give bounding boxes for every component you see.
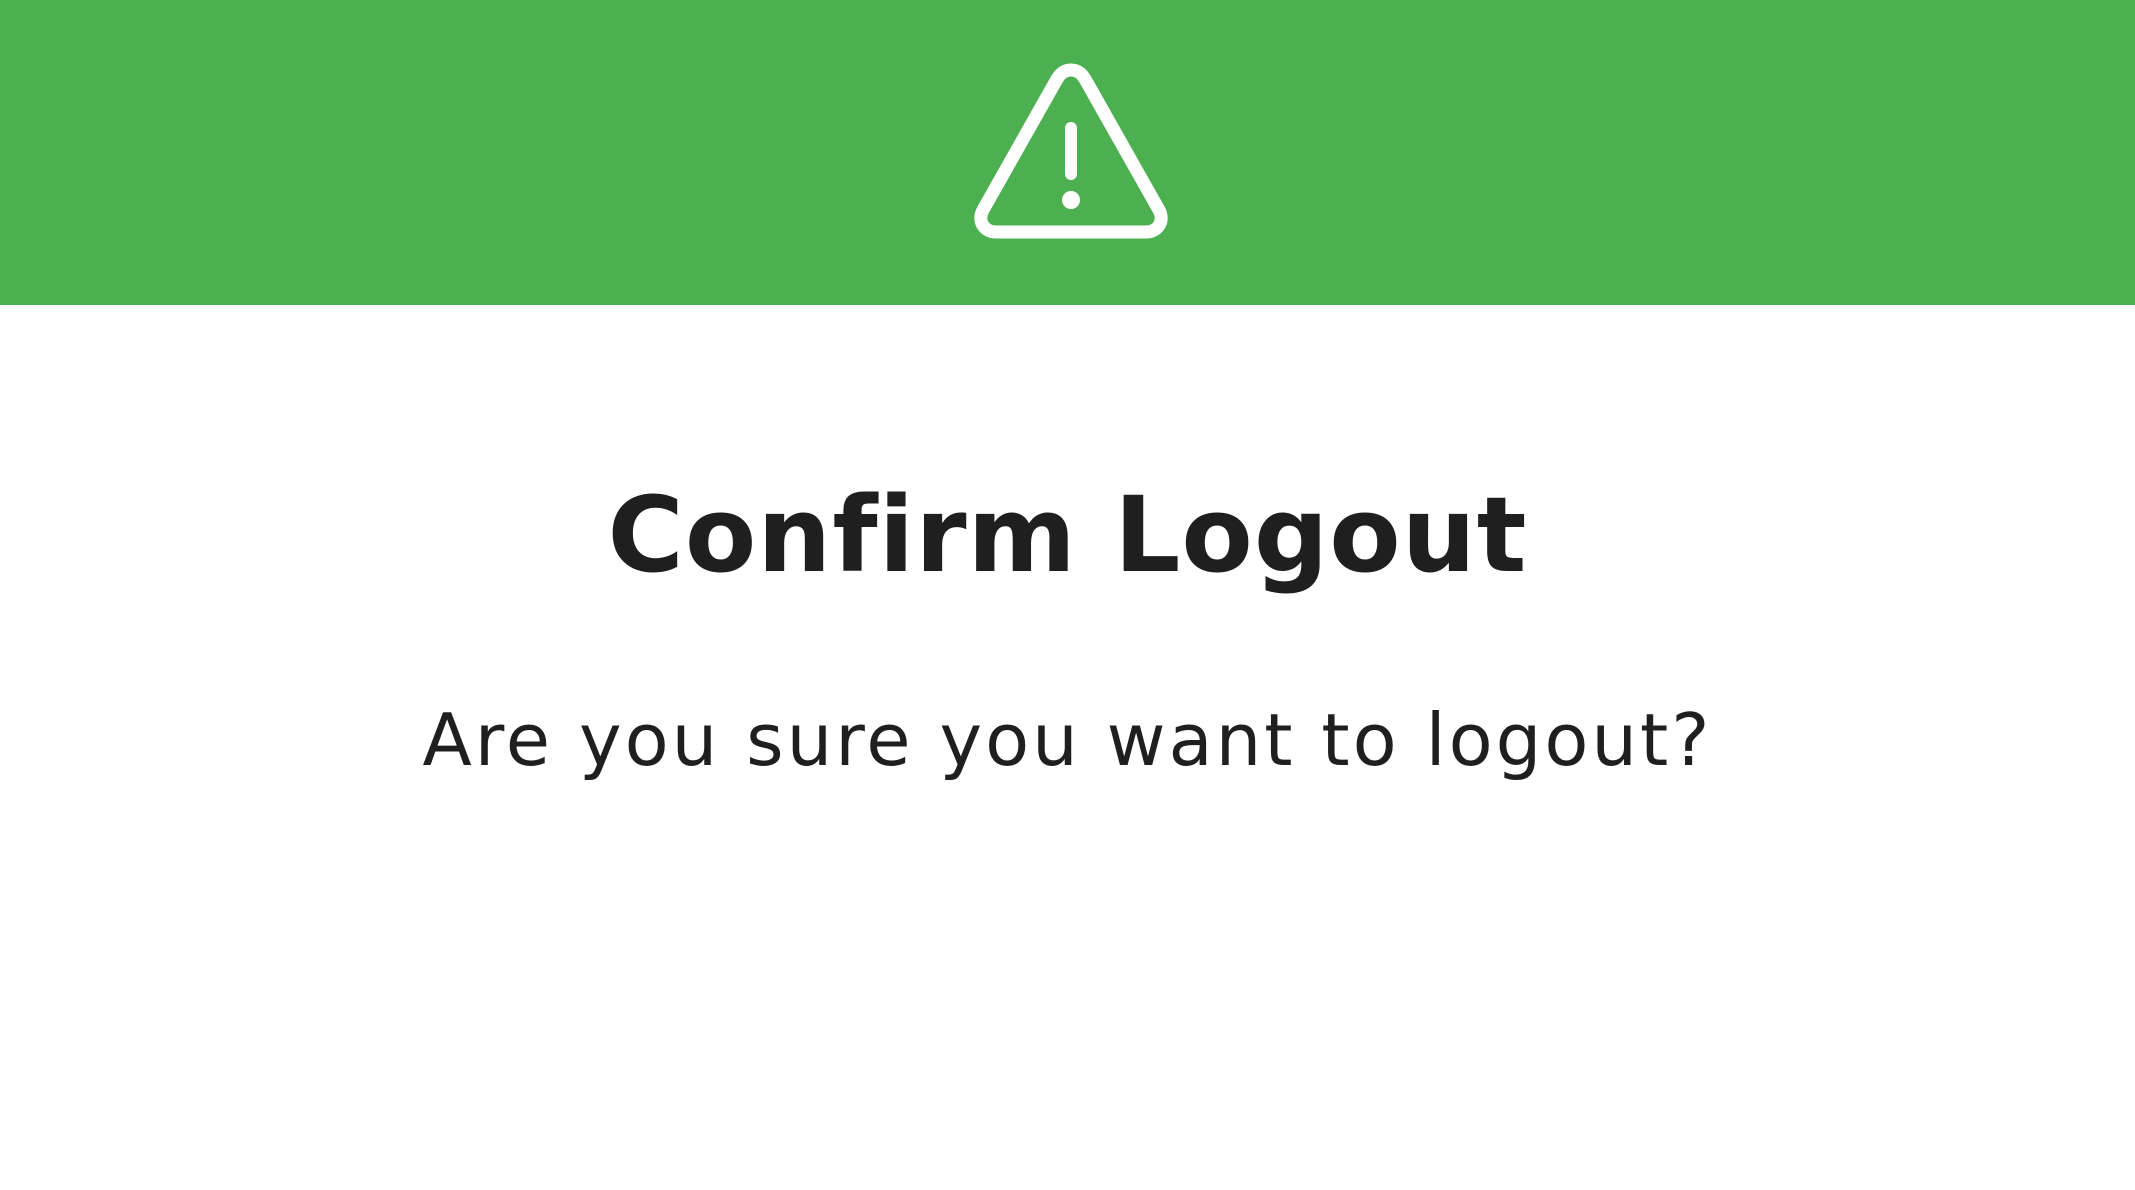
dialog-message: Are you sure you want to logout?: [422, 698, 1713, 782]
logout-confirm-dialog: Confirm Logout Are you sure you want to …: [0, 0, 2135, 1190]
dialog-title: Confirm Logout: [607, 474, 1528, 596]
dialog-header: [0, 0, 2135, 305]
warning-triangle-icon: [974, 63, 1168, 239]
